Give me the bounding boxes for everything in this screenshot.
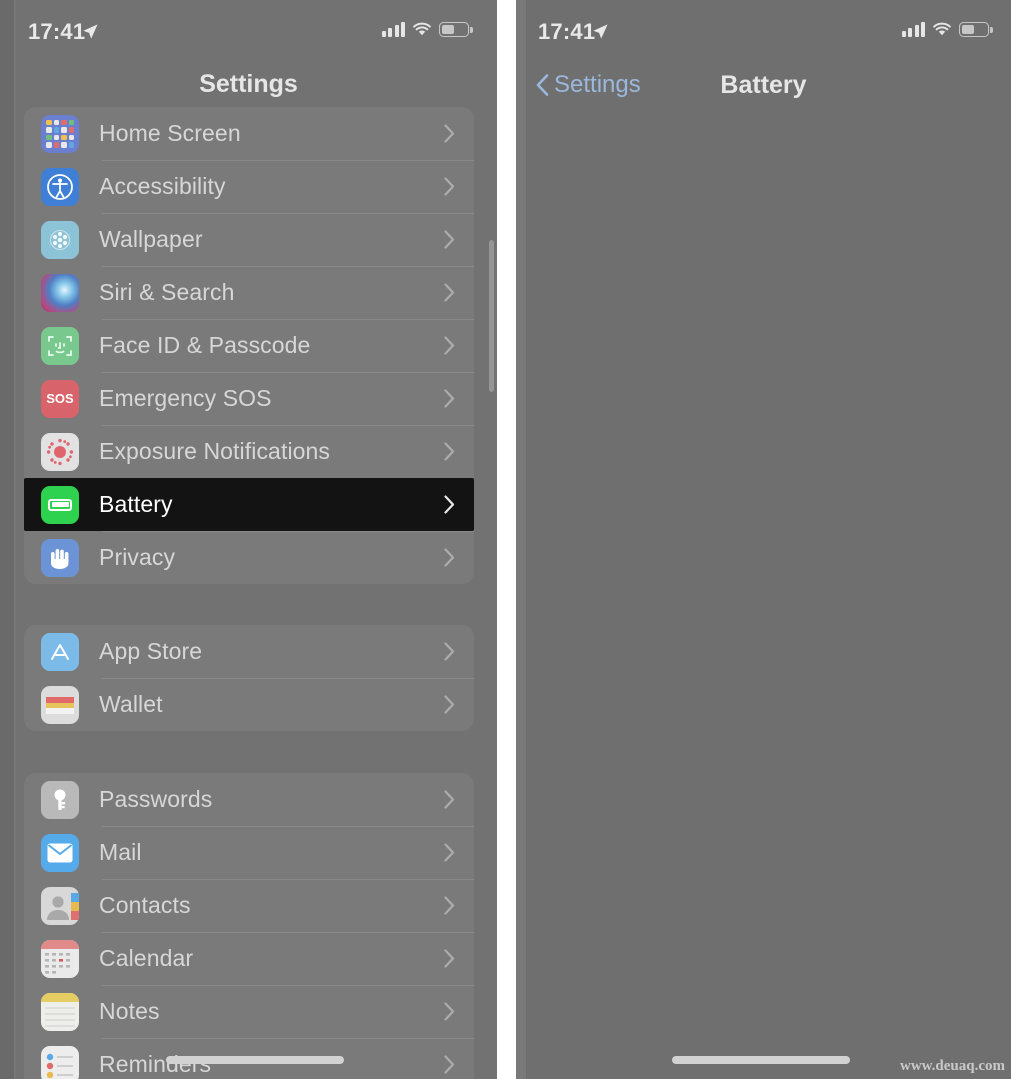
sidebar-item-label: Accessibility (99, 173, 226, 199)
page-title: Settings (199, 70, 298, 98)
settings-group-2: App Store Wallet (24, 625, 474, 731)
sidebar-item-siri-search[interactable]: Siri & Search (24, 266, 474, 319)
chevron-right-icon (444, 1054, 455, 1074)
sidebar-item-label: Calendar (99, 945, 194, 971)
mail-icon (41, 833, 79, 872)
wifi-icon (933, 22, 951, 36)
chevron-right-icon (444, 335, 455, 355)
phone-left-edge (0, 0, 14, 1079)
chevron-right-icon (444, 176, 455, 196)
status-time: 17:41 (28, 19, 86, 44)
contacts-icon (41, 886, 79, 925)
chevron-right-icon (444, 895, 455, 915)
battery-icon (959, 22, 993, 37)
scrollbar-left[interactable] (489, 240, 494, 392)
settings-group-1: Home Screen Accessibility Wallpaper Siri… (24, 107, 474, 584)
chevron-right-icon (444, 948, 455, 968)
sidebar-item-accessibility[interactable]: Accessibility (24, 160, 474, 213)
chevron-right-icon (444, 441, 455, 461)
privacy-hand-icon (41, 538, 79, 577)
chevron-right-icon (444, 789, 455, 809)
sidebar-item-calendar[interactable]: Calendar (24, 932, 474, 985)
sidebar-item-label: Home Screen (99, 120, 241, 146)
sidebar-item-label: Exposure Notifications (99, 438, 331, 464)
sidebar-item-label: Battery (99, 491, 173, 517)
sidebar-item-label: Face ID & Passcode (99, 332, 311, 358)
home-screen-icon (41, 114, 79, 153)
screenshot-stage: 17:41 Settings Home Screen Accessibility… (0, 0, 1011, 1079)
chevron-right-icon (444, 694, 455, 714)
status-bar-left: 17:41 (0, 14, 497, 50)
sidebar-item-label: Wallet (99, 691, 163, 717)
wallpaper-icon (41, 220, 79, 259)
battery-icon (439, 22, 473, 37)
sidebar-item-label: Passwords (99, 786, 213, 812)
notes-icon (41, 992, 79, 1031)
reminders-icon (41, 1045, 79, 1079)
sidebar-item-emergency-sos[interactable]: SOS Emergency SOS (24, 372, 474, 425)
settings-group-3: Passwords Mail Contacts Calendar Notes R… (24, 773, 474, 1079)
chevron-right-icon (444, 494, 455, 514)
sidebar-item-label: App Store (99, 638, 203, 664)
chevron-right-icon (444, 282, 455, 302)
status-indicators (901, 22, 993, 37)
sidebar-item-face-id-passcode[interactable]: Face ID & Passcode (24, 319, 474, 372)
sidebar-item-contacts[interactable]: Contacts (24, 879, 474, 932)
sidebar-item-wallet[interactable]: Wallet (24, 678, 474, 731)
home-indicator-left (166, 1056, 344, 1064)
sos-icon: SOS (41, 379, 79, 418)
cellular-bars-icon (381, 22, 405, 37)
home-indicator-right (672, 1056, 850, 1064)
sidebar-item-label: Wallpaper (99, 226, 203, 252)
sidebar-item-label: Notes (99, 998, 160, 1024)
page-title: Battery (720, 71, 807, 99)
sidebar-item-battery[interactable]: Battery (24, 478, 474, 531)
chevron-right-icon (444, 1001, 455, 1021)
sidebar-item-exposure-notifications[interactable]: Exposure Notifications (24, 425, 474, 478)
sidebar-item-label: Contacts (99, 892, 191, 918)
wallet-icon (41, 685, 79, 724)
phone-left-bezel (14, 0, 16, 1079)
sidebar-item-passwords[interactable]: Passwords (24, 773, 474, 826)
cellular-bars-icon (901, 22, 925, 37)
chevron-right-icon (444, 641, 455, 661)
siri-icon (41, 273, 79, 312)
location-arrow-icon (83, 24, 98, 39)
passwords-key-icon (41, 780, 79, 819)
sidebar-item-label: Privacy (99, 544, 176, 570)
app-store-icon (41, 632, 79, 671)
sidebar-item-privacy[interactable]: Privacy (24, 531, 474, 584)
sidebar-item-label: Siri & Search (99, 279, 235, 305)
status-time: 17:41 (538, 19, 596, 44)
sidebar-item-mail[interactable]: Mail (24, 826, 474, 879)
watermark: www.deuaq.com (899, 1058, 1005, 1074)
chevron-right-icon (444, 229, 455, 249)
sidebar-item-label: Mail (99, 839, 142, 865)
sidebar-item-label: Emergency SOS (99, 385, 272, 411)
exposure-notifications-icon (41, 432, 79, 471)
chevron-right-icon (444, 842, 455, 862)
battery-icon (41, 485, 79, 524)
chevron-right-icon (444, 123, 455, 143)
phone-right-bezel (516, 0, 526, 1079)
accessibility-icon (41, 167, 79, 206)
wifi-icon (413, 22, 431, 36)
sidebar-item-home-screen[interactable]: Home Screen (24, 107, 474, 160)
status-bar-right: 17:41 (516, 14, 1011, 50)
calendar-icon (41, 939, 79, 978)
chevron-right-icon (444, 547, 455, 567)
status-indicators (381, 22, 473, 37)
settings-panel: 17:41 Settings Home Screen Accessibility… (0, 0, 497, 1079)
sidebar-item-notes[interactable]: Notes (24, 985, 474, 1038)
location-arrow-icon (593, 24, 608, 39)
battery-panel: 17:41 Settings Battery www.deuaq.com (516, 0, 1011, 1079)
sidebar-item-wallpaper[interactable]: Wallpaper (24, 213, 474, 266)
face-id-icon (41, 326, 79, 365)
chevron-right-icon (444, 388, 455, 408)
sidebar-item-app-store[interactable]: App Store (24, 625, 474, 678)
